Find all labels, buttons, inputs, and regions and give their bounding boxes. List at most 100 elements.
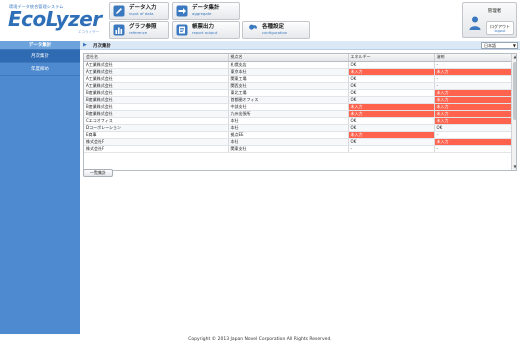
table-cell: B産業株式会社 — [84, 103, 229, 111]
table-cell: B産業株式会社 — [84, 110, 229, 118]
breadcrumb: ▶ 月次集計 日本語 ▼ — [80, 41, 520, 50]
table-cell: 中部支社 — [228, 103, 349, 111]
table-row[interactable]: 株式会社F 関東支社 - - — [84, 145, 512, 153]
table-cell: A工業株式会社 — [84, 75, 229, 83]
table-cell: - — [434, 61, 512, 69]
nav-data-input-button[interactable]: データ入力 input of data — [109, 2, 169, 20]
table-cell: B産業株式会社 — [84, 89, 229, 97]
table-cell: OK — [348, 124, 435, 132]
table-row[interactable]: A工業株式会社 札幌支店 OK - — [84, 61, 512, 69]
table-cell: 未入力 — [434, 68, 512, 76]
table-row[interactable]: Dコーポレーション 本社 OK OK — [84, 124, 512, 132]
list-aggregate-button[interactable]: 一覧集計 — [83, 169, 113, 177]
table-cell: - — [434, 131, 512, 139]
table-cell: 未入力 — [348, 103, 435, 111]
sidebar-item-monthly[interactable]: 月次集計 — [0, 50, 80, 63]
table-cell: 未入力 — [348, 131, 435, 139]
footer-copyright: Copyright © 2013 Japan Novel Corporation… — [0, 334, 520, 346]
scrollbar-thumb[interactable] — [513, 62, 516, 120]
table-cell: 拠点EE — [228, 131, 349, 139]
table-cell: 札幌支店 — [228, 61, 349, 69]
main-content: ▶ 月次集計 日本語 ▼ 会社名 拠点名 エネルギー 溶剤 A工業株式会社 札幌支… — [80, 41, 520, 334]
bar-chart-icon — [113, 24, 125, 36]
sidebar-header: データ集計 — [0, 41, 80, 50]
table-body: A工業株式会社 札幌支店 OK - A工業株式会社 東京本社 未入力 未入力 A工業株式会社 関東… — [84, 61, 512, 153]
table-row[interactable]: A工業株式会社 関西支社 OK - — [84, 82, 512, 90]
table-cell: 東京本社 — [228, 68, 349, 76]
nav-configuration-button[interactable]: 各種設定 configuration — [242, 21, 310, 39]
table-cell: 株式会社F — [84, 145, 229, 153]
table-cell: - — [348, 145, 435, 153]
logout-button[interactable]: ログアウト logout — [486, 21, 514, 35]
table-row[interactable]: B産業株式会社 首都圏オフィス OK 未入力 — [84, 96, 512, 104]
nav-sub: input of data — [129, 11, 154, 16]
column-header-site[interactable]: 拠点名 — [228, 54, 349, 62]
language-select[interactable]: 日本語 ▼ — [481, 42, 518, 49]
table-cell: Cエコオフィス — [84, 117, 229, 125]
vertical-scrollbar[interactable]: ▲ ▼ — [511, 54, 516, 170]
nav-sub: report output — [192, 30, 218, 35]
data-grid: 会社名 拠点名 エネルギー 溶剤 A工業株式会社 札幌支店 OK - A工業株式会社 東京… — [83, 53, 517, 171]
table-cell: 未入力 — [434, 96, 512, 104]
table-cell: A工業株式会社 — [84, 68, 229, 76]
table-row[interactable]: E商事 拠点EE 未入力 - — [84, 131, 512, 139]
table-cell: 関西支社 — [228, 82, 349, 90]
sidebar-item-year-end[interactable]: 年度締め — [0, 63, 80, 76]
table-cell: 本社 — [228, 124, 349, 132]
table-cell: - — [434, 145, 512, 153]
column-header-solvent[interactable]: 溶剤 — [434, 54, 512, 62]
table-cell: OK — [348, 82, 435, 90]
table-row[interactable]: A工業株式会社 関東工場 OK - — [84, 75, 512, 83]
table-cell: 関東支社 — [228, 145, 349, 153]
table-cell: A工業株式会社 — [84, 82, 229, 90]
brand-kana: エコライザー — [78, 30, 99, 34]
table-header-row: 会社名 拠点名 エネルギー 溶剤 — [84, 54, 512, 62]
table-cell: OK — [348, 96, 435, 104]
table-cell: 本社 — [228, 138, 349, 146]
nav-report-button[interactable]: 帳票出力 report output — [172, 21, 240, 39]
nav-sub: aggregate — [192, 11, 212, 16]
column-header-energy[interactable]: エネルギー — [348, 54, 435, 62]
chevron-right-icon: ▶ — [83, 42, 87, 48]
table-cell: 未入力 — [434, 110, 512, 118]
table-cell: B産業株式会社 — [84, 96, 229, 104]
table-cell: 未入力 — [348, 110, 435, 118]
table-cell: 未入力 — [434, 138, 512, 146]
arrow-icon — [176, 5, 188, 17]
table-cell: 関東工場 — [228, 75, 349, 83]
column-header-company[interactable]: 会社名 — [84, 54, 229, 62]
scroll-up-icon[interactable]: ▲ — [512, 54, 516, 60]
table-cell: - — [434, 82, 512, 90]
table-cell: OK — [348, 75, 435, 83]
table-row[interactable]: B産業株式会社 中部支社 未入力 未入力 — [84, 103, 512, 111]
table-cell: E商事 — [84, 131, 229, 139]
user-panel: 管理者 ログアウト logout — [462, 2, 517, 38]
scroll-down-icon[interactable]: ▼ — [512, 164, 516, 170]
language-value: 日本語 — [484, 43, 496, 48]
table-cell: 東北工場 — [228, 89, 349, 97]
wrench-icon — [246, 24, 258, 36]
user-role: 管理者 — [487, 9, 502, 14]
report-icon — [176, 24, 188, 36]
nav-sub: configuration — [262, 30, 288, 35]
nav-graph-button[interactable]: グラフ参照 reference — [109, 21, 169, 39]
breadcrumb-label: 月次集計 — [93, 44, 111, 49]
table-row[interactable]: 株式会社F 本社 OK 未入力 — [84, 138, 512, 146]
table-cell: Dコーポレーション — [84, 124, 229, 132]
sidebar: データ集計 月次集計 年度締め — [0, 41, 80, 334]
table-cell: OK — [348, 61, 435, 69]
table-cell: A工業株式会社 — [84, 61, 229, 69]
table-row[interactable]: B産業株式会社 九州出張所 未入力 未入力 — [84, 110, 512, 118]
table-cell: 未入力 — [434, 103, 512, 111]
nav-aggregate-button[interactable]: データ集計 aggregate — [172, 2, 240, 20]
table-cell: 未入力 — [434, 89, 512, 97]
table-cell: 未入力 — [348, 68, 435, 76]
table-cell: 首都圏オフィス — [228, 96, 349, 104]
table-row[interactable]: A工業株式会社 東京本社 未入力 未入力 — [84, 68, 512, 76]
table-cell: 九州出張所 — [228, 110, 349, 118]
table-row[interactable]: B産業株式会社 東北工場 OK 未入力 — [84, 89, 512, 97]
table-cell: OK — [348, 89, 435, 97]
table-cell: OK — [434, 124, 512, 132]
brand-logo[interactable]: EcoLyzer — [8, 8, 102, 30]
table-row[interactable]: Cエコオフィス 本社 OK 未入力 — [84, 117, 512, 125]
